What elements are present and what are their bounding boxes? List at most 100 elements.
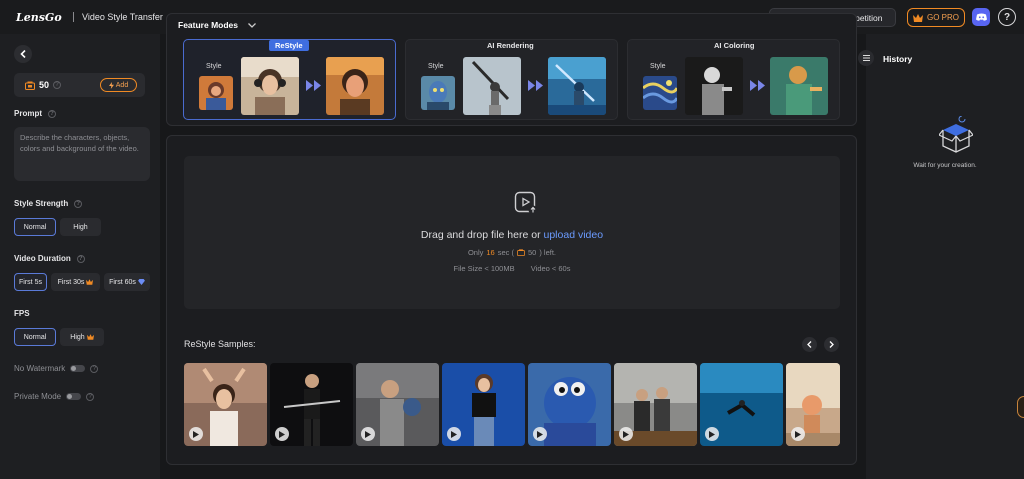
duration-first-5s-button[interactable]: First 5s	[14, 273, 47, 291]
floating-edge-button[interactable]	[1017, 396, 1024, 418]
duration-first-60s-button[interactable]: First 60s	[104, 273, 150, 291]
play-icon	[533, 427, 547, 441]
sample-video-4[interactable]	[442, 363, 525, 446]
fps-normal-button[interactable]: Normal	[14, 328, 56, 346]
duration-first-60s-label: First 60s	[109, 278, 136, 286]
samples-prev-button[interactable]	[802, 337, 817, 352]
no-watermark-help-icon[interactable]: ?	[90, 364, 99, 373]
discord-button[interactable]	[972, 8, 990, 26]
mode-card-restyle[interactable]: ReStyle Style	[183, 39, 396, 120]
back-button[interactable]	[14, 45, 32, 63]
private-mode-row: Private Mode ?	[14, 392, 95, 401]
style-strength-heading: Style Strength ?	[14, 199, 83, 208]
style-strength-help-icon[interactable]: ?	[74, 199, 83, 208]
fps-high-button[interactable]: High	[60, 328, 104, 346]
prompt-heading: Prompt ?	[14, 109, 56, 118]
video-duration-heading: Video Duration ?	[14, 254, 85, 263]
dropzone-instructions: Drag and drop file here or upload video	[184, 229, 840, 241]
samples-next-button[interactable]	[824, 337, 839, 352]
transform-arrows-icon	[306, 80, 322, 91]
duration-first-30s-button[interactable]: First 30s	[51, 273, 100, 291]
credits-icon	[25, 81, 35, 90]
style-strength-label: Style Strength	[14, 199, 69, 208]
credits-box: 50 ? Add	[14, 73, 145, 97]
source-video-thumbnail	[463, 57, 521, 115]
app-title: Video Style Transfer	[82, 12, 163, 22]
credits-icon	[517, 249, 525, 256]
upload-video-link[interactable]: upload video	[544, 229, 604, 241]
play-icon	[447, 427, 461, 441]
upload-video-icon	[514, 191, 538, 215]
menu-lines-icon	[862, 55, 870, 61]
sec-label: sec (	[497, 248, 514, 257]
transform-arrows-icon	[750, 80, 766, 91]
feature-modes-panel: Feature Modes ReStyle Style AI Rendering…	[166, 13, 857, 126]
discord-icon	[975, 13, 987, 21]
video-dropzone[interactable]: Drag and drop file here or upload video …	[184, 156, 840, 309]
style-tag: Style	[206, 63, 222, 70]
no-watermark-row: No Watermark ?	[14, 364, 99, 373]
chevron-left-icon	[20, 50, 26, 58]
play-icon	[189, 427, 203, 441]
play-icon	[361, 427, 375, 441]
drop-text: Drag and drop file here or	[420, 229, 541, 241]
sample-video-3[interactable]	[356, 363, 439, 446]
fps-heading: FPS	[14, 309, 30, 318]
fps-label: FPS	[14, 309, 30, 318]
sample-video-2[interactable]	[270, 363, 353, 446]
video-duration-label: Video Duration	[14, 254, 71, 263]
go-pro-label: GO PRO	[926, 13, 959, 22]
result-video-thumbnail	[770, 57, 828, 115]
style-strength-high-button[interactable]: High	[60, 218, 101, 236]
credits-help-icon[interactable]: ?	[53, 81, 62, 89]
help-button[interactable]: ?	[998, 8, 1016, 26]
go-pro-button[interactable]: GO PRO	[907, 8, 965, 27]
mode-card-ai-coloring[interactable]: AI Coloring Style	[627, 39, 840, 120]
prompt-help-icon[interactable]: ?	[48, 109, 56, 118]
style-strength-normal-button[interactable]: Normal	[14, 218, 56, 236]
add-label: Add	[115, 81, 129, 89]
style-reference-thumbnail	[421, 76, 455, 110]
sample-video-6[interactable]	[614, 363, 697, 446]
feature-modes-dropdown[interactable]: Feature Modes	[178, 20, 256, 30]
mode-label-ai-rendering: AI Rendering	[487, 41, 534, 50]
sample-video-7[interactable]	[700, 363, 783, 446]
mode-card-ai-rendering[interactable]: AI Rendering Style	[405, 39, 618, 120]
prompt-input[interactable]	[14, 127, 150, 181]
prompt-label: Prompt	[14, 109, 42, 118]
history-toggle-button[interactable]	[858, 50, 874, 66]
fps-high-label: High	[70, 333, 85, 341]
no-watermark-toggle[interactable]	[70, 365, 86, 372]
upload-panel: Drag and drop file here or upload video …	[166, 135, 857, 465]
left-suffix: ) left.	[539, 248, 557, 257]
feature-modes-title: Feature Modes	[178, 20, 238, 30]
play-icon	[619, 427, 633, 441]
private-mode-help-icon[interactable]: ?	[86, 392, 95, 401]
source-video-thumbnail	[685, 57, 743, 115]
duration-first-30s-label: First 30s	[57, 278, 85, 286]
play-icon	[791, 427, 805, 441]
style-reference-thumbnail	[643, 76, 677, 110]
sample-video-8[interactable]	[786, 363, 840, 446]
private-mode-toggle[interactable]	[66, 393, 82, 400]
history-empty-text: Wait for your creation.	[913, 162, 977, 169]
help-icon: ?	[1003, 11, 1011, 23]
chevron-right-icon	[829, 341, 834, 348]
samples-title: ReStyle Samples:	[184, 339, 256, 349]
remaining-quota: Only 16 sec ( 50 ) left.	[184, 248, 840, 257]
video-duration-help-icon[interactable]: ?	[76, 254, 85, 263]
private-mode-label: Private Mode	[14, 392, 62, 401]
chevron-left-icon	[807, 341, 812, 348]
lensgo-logo[interactable]: LensGo	[16, 11, 62, 24]
mode-label-restyle: ReStyle	[269, 40, 309, 51]
crown-icon	[86, 279, 94, 285]
sample-video-5[interactable]	[528, 363, 611, 446]
style-reference-thumbnail	[199, 76, 233, 110]
mode-label-ai-coloring: AI Coloring	[714, 41, 755, 50]
seconds-left: 16	[486, 248, 495, 257]
diamond-icon	[137, 279, 145, 285]
add-credits-button[interactable]: Add	[100, 78, 137, 92]
sample-video-1[interactable]	[184, 363, 267, 446]
credits-left: 50	[528, 248, 537, 257]
play-icon	[275, 427, 289, 441]
